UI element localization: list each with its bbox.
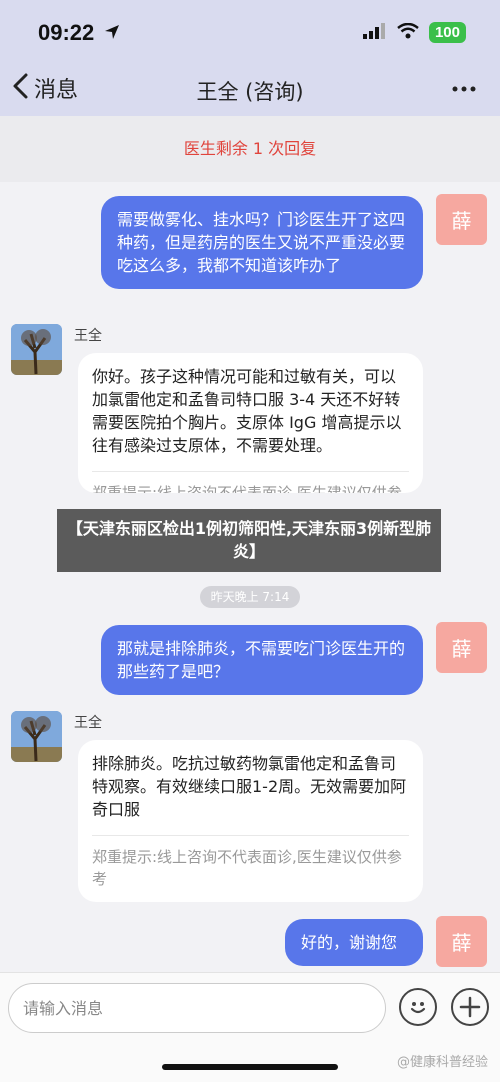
- emoji-icon[interactable]: [399, 988, 437, 1026]
- battery-indicator: 100: [428, 22, 466, 43]
- message-text: 排除肺炎。吃抗过敏药物氯雷他定和孟鲁司特观察。有效继续口服1-2周。无效需要加阿…: [92, 754, 407, 819]
- message-timestamp: 昨天晚上 7:14: [200, 586, 300, 608]
- user-avatar[interactable]: 薛: [436, 916, 487, 967]
- message-bubble-outgoing: 好的，谢谢您: [285, 919, 423, 966]
- remaining-replies-notice: 医生剩余 1 次回复: [0, 116, 500, 182]
- disclaimer-text: 郑重提示:线上咨询不代表面诊,医生建议仅供参考: [92, 848, 402, 888]
- doctor-name: 王全: [74, 715, 102, 731]
- divider: [92, 471, 409, 472]
- chat-area[interactable]: 需要做雾化、挂水吗？门诊医生开了这四种药，但是药房的医生又说不严重没必要吃这么多…: [0, 182, 500, 972]
- message-text: 你好。孩子这种情况可能和过敏有关，可以加氯雷他定和孟鲁司特口服 3-4 天还不好…: [92, 367, 402, 455]
- doctor-avatar[interactable]: [11, 324, 62, 375]
- signal-icon: [362, 22, 387, 43]
- message-bubble-outgoing: 那就是排除肺炎，不需要吃门诊医生开的那些药了是吧？: [101, 625, 423, 695]
- disclaimer-text: 郑重提示:线上咨询不代表面诊,医生建议仅供参考: [92, 484, 402, 493]
- status-time: 09:22: [38, 20, 95, 45]
- user-avatar[interactable]: 薛: [436, 622, 487, 673]
- doctor-name: 王全: [74, 328, 102, 344]
- location-icon: [104, 24, 120, 44]
- user-avatar[interactable]: 薛: [436, 194, 487, 245]
- watermark: @健康科普经验: [396, 1055, 488, 1070]
- page-title: 王全 (咨询): [196, 80, 304, 104]
- nav-bar: 消息 王全 (咨询): [0, 62, 500, 116]
- message-bubble-incoming: 排除肺炎。吃抗过敏药物氯雷他定和孟鲁司特观察。有效继续口服1-2周。无效需要加阿…: [78, 740, 423, 902]
- news-overlay-banner: 【天津东丽区检出1例初筛阳性,天津东丽3例新型肺炎】: [57, 509, 441, 572]
- message-bubble-outgoing: 需要做雾化、挂水吗？门诊医生开了这四种药，但是药房的医生又说不严重没必要吃这么多…: [101, 196, 423, 289]
- more-options-icon[interactable]: [450, 75, 478, 109]
- status-bar: 09:22 100: [0, 0, 500, 62]
- divider: [92, 835, 409, 836]
- wifi-icon: [397, 22, 419, 43]
- home-indicator[interactable]: [162, 1064, 338, 1070]
- doctor-avatar[interactable]: [11, 711, 62, 762]
- message-input[interactable]: [8, 983, 386, 1033]
- message-bubble-incoming: 你好。孩子这种情况可能和过敏有关，可以加氯雷他定和孟鲁司特口服 3-4 天还不好…: [78, 353, 423, 493]
- add-icon[interactable]: [451, 988, 489, 1026]
